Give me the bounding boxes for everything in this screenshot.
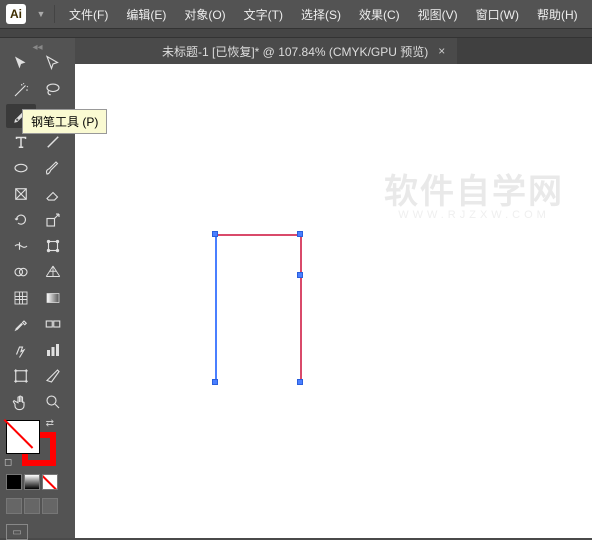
artboard[interactable]: 软件自学网 WWW.RJZXW.COM <box>75 64 592 538</box>
perspective-grid-tool[interactable] <box>38 260 68 284</box>
menu-view[interactable]: 视图(V) <box>410 2 466 27</box>
control-bar <box>0 28 592 38</box>
artboard-tool[interactable] <box>6 364 36 388</box>
color-mode-solid[interactable] <box>6 474 22 490</box>
watermark-text: 软件自学网 <box>384 164 564 213</box>
rectangle-tool[interactable] <box>6 156 36 180</box>
tool-tooltip: 钢笔工具 (P) <box>22 109 107 134</box>
draw-inside[interactable] <box>42 498 58 514</box>
menu-object[interactable]: 对象(O) <box>176 2 233 27</box>
zoom-tool[interactable] <box>38 390 68 414</box>
app-menu-dropdown-icon[interactable]: ▼ <box>34 9 48 19</box>
shaper-tool[interactable] <box>6 182 36 206</box>
lasso-tool[interactable] <box>38 78 68 102</box>
watermark-subtext: WWW.RJZXW.COM <box>384 209 564 221</box>
draw-mode-row <box>6 498 69 514</box>
watermark: 软件自学网 WWW.RJZXW.COM <box>384 164 564 221</box>
draw-normal[interactable] <box>6 498 22 514</box>
direct-selection-tool[interactable] <box>38 52 68 76</box>
mesh-tool[interactable] <box>6 286 36 310</box>
width-tool[interactable] <box>6 234 36 258</box>
path-segment-top[interactable] <box>215 234 301 236</box>
symbol-sprayer-tool[interactable] <box>6 338 36 362</box>
menu-file[interactable]: 文件(F) <box>61 2 116 27</box>
app-icon: Ai <box>6 4 26 24</box>
menu-select[interactable]: 选择(S) <box>293 2 349 27</box>
gradient-tool[interactable] <box>38 286 68 310</box>
fill-stroke-control[interactable]: ⇄ ◻ <box>6 420 56 466</box>
fill-swatch[interactable] <box>6 420 40 454</box>
anchor-point[interactable] <box>212 231 218 237</box>
path-segment-right[interactable] <box>300 234 302 382</box>
paintbrush-tool[interactable] <box>38 156 68 180</box>
anchor-point[interactable] <box>297 272 303 278</box>
column-graph-tool[interactable] <box>38 338 68 362</box>
eyedropper-tool[interactable] <box>6 312 36 336</box>
draw-behind[interactable] <box>24 498 40 514</box>
menu-edit[interactable]: 编辑(E) <box>118 2 174 27</box>
magic-wand-tool[interactable] <box>6 78 36 102</box>
hand-tool[interactable] <box>6 390 36 414</box>
menu-help[interactable]: 帮助(H) <box>529 2 586 27</box>
close-icon[interactable]: × <box>438 44 445 58</box>
panel-handle-icon[interactable]: ◂◂ <box>6 42 69 52</box>
menu-window[interactable]: 窗口(W) <box>468 2 527 27</box>
color-mode-row <box>6 474 69 490</box>
menu-separator <box>54 5 55 23</box>
rotate-tool[interactable] <box>6 208 36 232</box>
scale-tool[interactable] <box>38 208 68 232</box>
document-tab-title: 未标题-1 [已恢复]* @ 107.84% (CMYK/GPU 预览) <box>162 43 428 60</box>
menu-type[interactable]: 文字(T) <box>236 2 291 27</box>
color-mode-gradient[interactable] <box>24 474 40 490</box>
anchor-point[interactable] <box>212 379 218 385</box>
document-area: 未标题-1 [已恢复]* @ 107.84% (CMYK/GPU 预览) × 软… <box>75 38 592 538</box>
selection-tool[interactable] <box>6 52 36 76</box>
document-tabs: 未标题-1 [已恢复]* @ 107.84% (CMYK/GPU 预览) × <box>150 38 592 64</box>
slice-tool[interactable] <box>38 364 68 388</box>
anchor-point[interactable] <box>297 231 303 237</box>
blend-tool[interactable] <box>38 312 68 336</box>
menu-bar: Ai ▼ 文件(F) 编辑(E) 对象(O) 文字(T) 选择(S) 效果(C)… <box>0 0 592 28</box>
free-transform-tool[interactable] <box>38 234 68 258</box>
anchor-point[interactable] <box>297 379 303 385</box>
swap-fill-stroke-icon[interactable]: ⇄ <box>46 418 54 429</box>
menu-effect[interactable]: 效果(C) <box>351 2 408 27</box>
shape-builder-tool[interactable] <box>6 260 36 284</box>
default-fill-stroke-icon[interactable]: ◻ <box>4 457 12 468</box>
color-mode-none[interactable] <box>42 474 58 490</box>
document-tab[interactable]: 未标题-1 [已恢复]* @ 107.84% (CMYK/GPU 预览) × <box>150 38 457 64</box>
eraser-tool[interactable] <box>38 182 68 206</box>
path-segment-left[interactable] <box>215 234 217 382</box>
